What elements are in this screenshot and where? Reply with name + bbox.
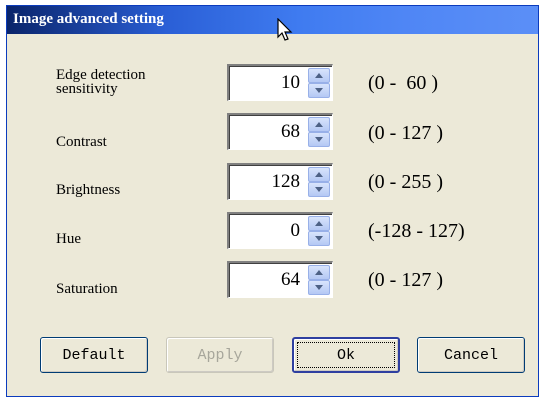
chevron-down-icon <box>315 285 323 290</box>
edge-detection-label-line-1: Edge detection <box>56 67 146 83</box>
contrast-label: Contrast <box>56 134 107 150</box>
brightness-label-text: Brightness <box>56 182 121 198</box>
focus-ring <box>297 342 395 368</box>
saturation-range: (0 - 127 ) <box>368 269 443 291</box>
image-advanced-setting-dialog: Image advanced setting Edge detection se… <box>6 5 539 397</box>
brightness-range: (0 - 255 ) <box>368 171 443 193</box>
contrast-decrement-button[interactable] <box>308 132 330 147</box>
brightness-spinner[interactable]: 128 <box>227 163 333 200</box>
chevron-up-icon <box>315 73 323 78</box>
chevron-up-icon <box>315 172 323 177</box>
saturation-label-text: Saturation <box>56 281 118 297</box>
ok-button[interactable]: Ok <box>292 337 400 373</box>
mouse-pointer-icon <box>277 18 293 41</box>
chevron-up-icon <box>315 122 323 127</box>
apply-button[interactable]: Apply <box>166 337 274 373</box>
saturation-label: Saturation <box>56 281 118 297</box>
saturation-increment-button[interactable] <box>308 265 330 280</box>
brightness-decrement-button[interactable] <box>308 182 330 197</box>
saturation-spinner[interactable]: 64 <box>227 261 333 298</box>
chevron-down-icon <box>315 236 323 241</box>
brightness-label: Brightness <box>56 182 121 198</box>
edge-detection-range: (0 - 60 ) <box>368 72 438 94</box>
edge-detection-sensitivity-label: Edge detection sensitivity <box>56 67 146 97</box>
saturation-decrement-button[interactable] <box>308 280 330 295</box>
hue-spinner[interactable]: 0 <box>227 212 333 249</box>
default-button[interactable]: Default <box>40 337 148 373</box>
hue-label-text: Hue <box>56 231 81 247</box>
chevron-down-icon <box>315 88 323 93</box>
contrast-label-text: Contrast <box>56 134 107 150</box>
chevron-up-icon <box>315 221 323 226</box>
hue-increment-button[interactable] <box>308 216 330 231</box>
contrast-increment-button[interactable] <box>308 117 330 132</box>
contrast-spinner[interactable]: 68 <box>227 113 333 150</box>
hue-decrement-button[interactable] <box>308 231 330 246</box>
edge-detection-spinner[interactable]: 10 <box>227 64 333 101</box>
chevron-down-icon <box>315 137 323 142</box>
hue-value[interactable]: 0 <box>291 220 301 242</box>
chevron-up-icon <box>315 270 323 275</box>
edge-detection-decrement-button[interactable] <box>308 83 330 98</box>
hue-range: (-128 - 127) <box>368 220 465 242</box>
cancel-button[interactable]: Cancel <box>417 337 525 373</box>
title-bar[interactable]: Image advanced setting <box>7 6 538 34</box>
contrast-range: (0 - 127 ) <box>368 122 443 144</box>
chevron-down-icon <box>315 187 323 192</box>
brightness-value[interactable]: 128 <box>272 171 301 193</box>
edge-detection-increment-button[interactable] <box>308 68 330 83</box>
edge-detection-value[interactable]: 10 <box>281 72 300 94</box>
hue-label: Hue <box>56 231 81 247</box>
brightness-increment-button[interactable] <box>308 167 330 182</box>
edge-detection-label-line-2: sensitivity <box>56 81 118 97</box>
saturation-value[interactable]: 64 <box>281 269 300 291</box>
dialog-title: Image advanced setting <box>13 11 164 27</box>
contrast-value[interactable]: 68 <box>281 121 300 143</box>
